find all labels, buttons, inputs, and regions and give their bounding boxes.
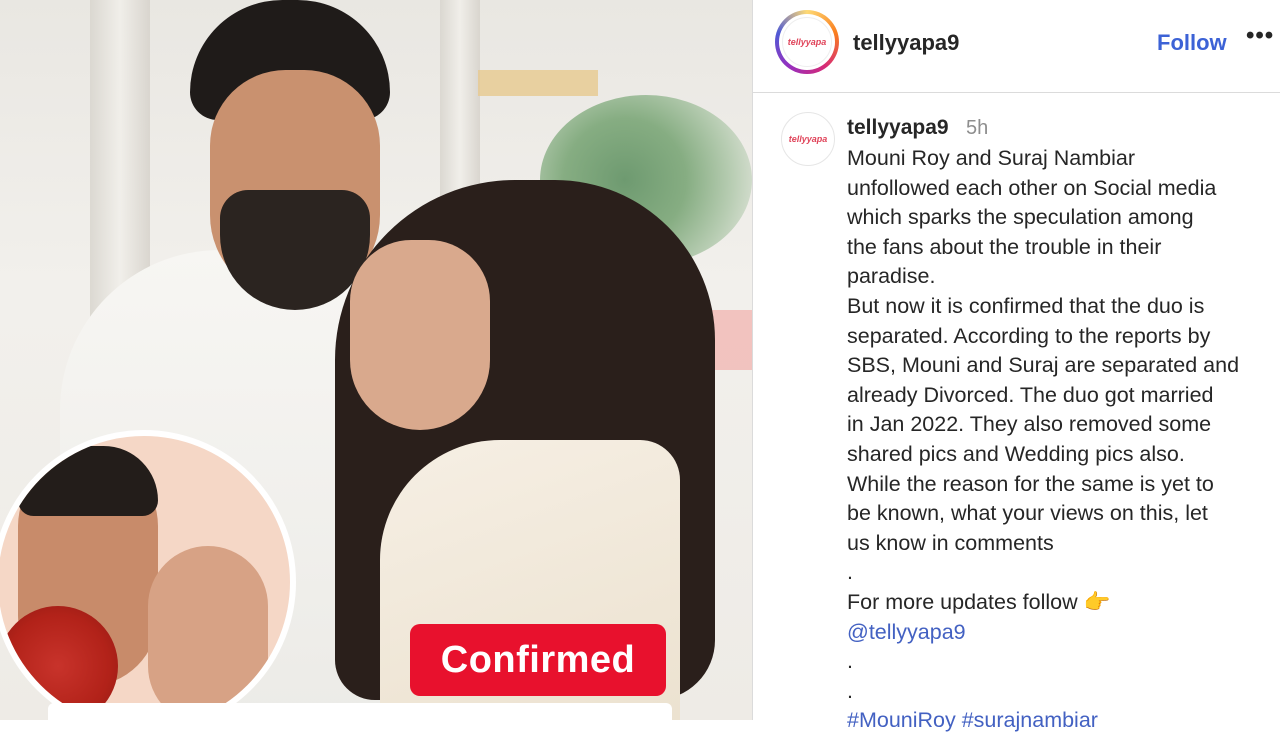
- caption-line: us know in comments: [847, 530, 1054, 555]
- post-header: tellyyapa tellyyapa9 Follow •••: [753, 0, 1280, 93]
- mention-link[interactable]: @tellyyapa9: [847, 618, 1267, 648]
- caption-line: SBS, Mouni and Suraj are separated and: [847, 353, 1240, 378]
- background-sign: [478, 70, 598, 96]
- more-dots-icon[interactable]: •••: [1246, 22, 1274, 50]
- comment-avatar[interactable]: tellyyapa: [781, 112, 835, 166]
- caption-line: shared pics and Wedding pics also.: [847, 441, 1185, 466]
- logo-text: tellyyapa: [787, 37, 827, 47]
- post-details-panel: tellyyapa tellyyapa9 Follow ••• tellyyap…: [752, 0, 1280, 732]
- inset-bride: [148, 546, 268, 720]
- caption-line: separated. According to the reports by: [847, 323, 1211, 348]
- tellyyapa-logo: tellyyapa: [786, 117, 830, 161]
- caption-line: unfollowed each other on Social media: [847, 175, 1217, 200]
- comment-username[interactable]: tellyyapa9: [847, 116, 949, 140]
- comment-timestamp[interactable]: 5h: [966, 117, 988, 140]
- caption-line: .: [847, 649, 853, 674]
- caption-line: the fans about the trouble in their: [847, 234, 1162, 259]
- confirmed-badge: Confirmed: [410, 624, 666, 696]
- caption-line: in Jan 2022. They also removed some: [847, 412, 1212, 437]
- inset-groom-hair: [18, 446, 158, 516]
- caption-line: paradise.: [847, 264, 936, 289]
- follow-button[interactable]: Follow: [1157, 30, 1227, 56]
- post-caption: Mouni Roy and Suraj Nambiar unfollowed e…: [847, 144, 1267, 736]
- caption-line: .: [847, 678, 853, 703]
- avatar-inner: tellyyapa: [779, 14, 835, 70]
- tellyyapa-logo: tellyyapa: [782, 17, 832, 67]
- woman-face: [350, 240, 490, 430]
- caption-line: But now it is confirmed that the duo is: [847, 293, 1205, 318]
- logo-text: tellyyapa: [788, 134, 828, 144]
- caption-line: For more updates follow 👉: [847, 589, 1111, 614]
- hashtag-link[interactable]: #MouniRoy #surajnambiar: [847, 706, 1267, 736]
- caption-line: .: [847, 560, 853, 585]
- caption-line: be known, what your views on this, let: [847, 501, 1208, 526]
- caption-line: Mouni Roy and Suraj Nambiar: [847, 146, 1135, 170]
- profile-avatar[interactable]: tellyyapa: [775, 10, 839, 74]
- header-username[interactable]: tellyyapa9: [853, 30, 959, 56]
- caption-line: which sparks the speculation among: [847, 205, 1194, 230]
- caption-line: already Divorced. The duo got married: [847, 382, 1214, 407]
- image-caption-strip: [48, 703, 672, 720]
- caption-line: While the reason for the same is yet to: [847, 471, 1214, 496]
- post-image[interactable]: Confirmed: [0, 0, 752, 720]
